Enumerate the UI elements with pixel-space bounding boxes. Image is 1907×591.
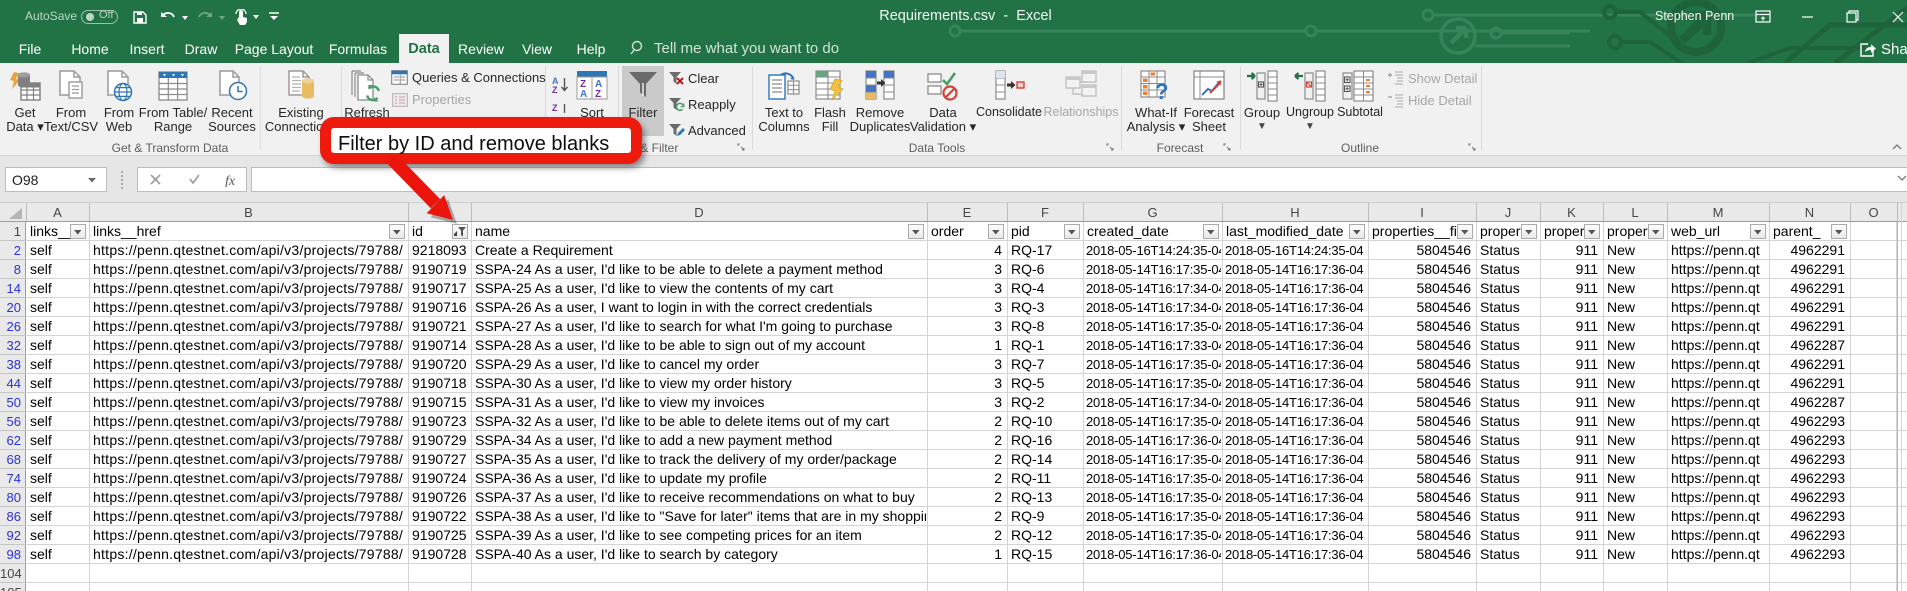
svg-text:A: A [580,89,587,100]
svg-text:Z: Z [552,85,558,94]
svg-text:?: ? [1155,79,1168,103]
svg-text:Z: Z [595,89,601,100]
svg-text:fx: fx [225,174,236,187]
